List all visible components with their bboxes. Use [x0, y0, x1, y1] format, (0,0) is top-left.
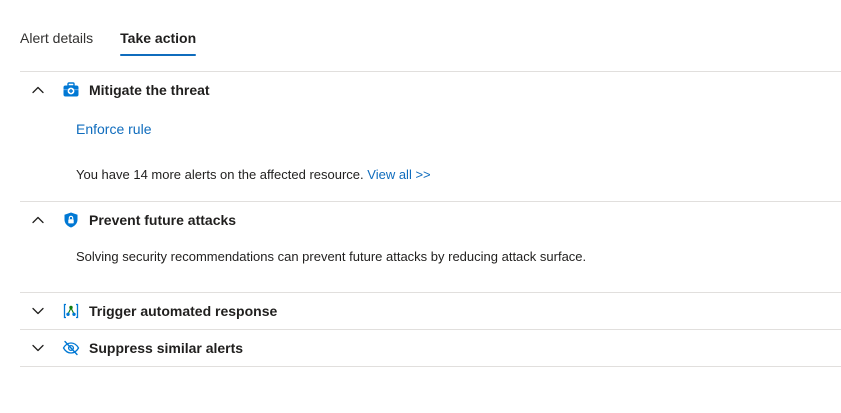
eye-off-icon [62, 339, 80, 357]
shield-lock-icon [62, 211, 80, 229]
medkit-icon [62, 81, 80, 99]
chevron-up-icon[interactable] [31, 83, 45, 97]
mitigate-threat-title: Mitigate the threat [89, 82, 210, 98]
tab-take-action[interactable]: Take action [120, 28, 197, 56]
prevent-attacks-header[interactable]: Prevent future attacks [20, 202, 841, 238]
tab-alert-details[interactable]: Alert details [20, 28, 93, 56]
section-prevent-attacks: Prevent future attacks Solving security … [20, 201, 841, 292]
view-all-link[interactable]: View all >> [367, 167, 430, 182]
prevent-attacks-description: Solving security recommendations can pre… [76, 249, 587, 264]
mitigate-threat-header[interactable]: Mitigate the threat [20, 72, 841, 108]
prevent-attacks-title: Prevent future attacks [89, 212, 237, 228]
suppress-alerts-header[interactable]: Suppress similar alerts [20, 330, 841, 366]
mitigate-threat-body: Enforce rule You have 14 more alerts on … [20, 108, 841, 201]
more-alerts-label: You have 14 more alerts on the affected … [76, 167, 364, 182]
trigger-response-header[interactable]: Trigger automated response [20, 293, 841, 329]
section-suppress-alerts: Suppress similar alerts [20, 329, 841, 367]
enforce-rule-link[interactable]: Enforce rule [76, 121, 151, 137]
section-trigger-response: Trigger automated response [20, 292, 841, 329]
tab-list: Alert details Take action [20, 28, 197, 56]
chevron-down-icon[interactable] [31, 304, 45, 318]
chevron-up-icon[interactable] [31, 213, 45, 227]
logic-app-icon [62, 302, 80, 320]
more-alerts-text: You have 14 more alerts on the affected … [76, 167, 431, 182]
prevent-attacks-body: Solving security recommendations can pre… [20, 238, 841, 292]
suppress-alerts-title: Suppress similar alerts [89, 340, 244, 356]
trigger-response-title: Trigger automated response [89, 303, 278, 319]
chevron-down-icon[interactable] [31, 341, 45, 355]
section-mitigate-threat: Mitigate the threat Enforce rule You hav… [20, 71, 841, 201]
take-action-panel: Mitigate the threat Enforce rule You hav… [20, 71, 841, 367]
